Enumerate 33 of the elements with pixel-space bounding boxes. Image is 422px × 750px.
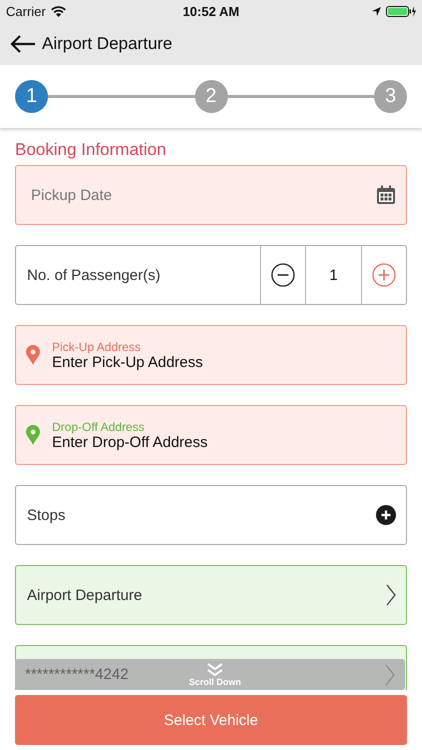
step-indicator[interactable]: 1 [15, 80, 48, 113]
back-button[interactable] [10, 34, 36, 52]
wifi-icon [50, 6, 66, 16]
field-label: No. of Passenger(s) [27, 266, 162, 284]
clock-text: 10:52 AM [182, 4, 240, 18]
location-arrow-icon [372, 6, 381, 16]
address-placeholder: Enter Pick-Up Address [52, 354, 203, 370]
address-placeholder: Enter Drop-Off Address [52, 434, 208, 450]
add-icon [376, 505, 396, 525]
chevrons-down-icon [206, 662, 224, 676]
carrier-text: Carrier [6, 4, 46, 18]
address-field[interactable]: Pick-Up Address Enter Pick-Up Address [15, 325, 407, 385]
passenger-count: 1 [305, 246, 361, 304]
date-field[interactable]: Pickup Date [15, 165, 407, 225]
step-indicator[interactable]: 2 [194, 80, 228, 113]
chevron-right-icon [384, 664, 395, 686]
calendar-icon [376, 185, 396, 205]
minus-icon [271, 263, 295, 287]
select-vehicle-button[interactable]: Select Vehicle [15, 695, 407, 745]
select-field[interactable]: ************4242 Scroll Down [15, 645, 407, 690]
field-label: Pick-Up Address [52, 340, 142, 354]
step-indicator[interactable]: 3 [374, 80, 407, 113]
screen-title: Airport Departure [42, 34, 172, 54]
section-title: Booking Information [15, 140, 168, 161]
field-label: Drop-Off Address [52, 420, 146, 434]
chevron-right-icon [386, 584, 396, 606]
scroll-down-hint[interactable]: Scroll Down [188, 662, 241, 686]
scroll-hint-text: Scroll Down [188, 676, 241, 686]
address-field[interactable]: Drop-Off Address Enter Drop-Off Address [15, 405, 407, 465]
battery-charging-icon [386, 6, 416, 16]
select-field[interactable]: Airport Departure [15, 565, 407, 625]
stops-field[interactable]: Stops [15, 485, 407, 545]
plus-icon [372, 263, 396, 287]
